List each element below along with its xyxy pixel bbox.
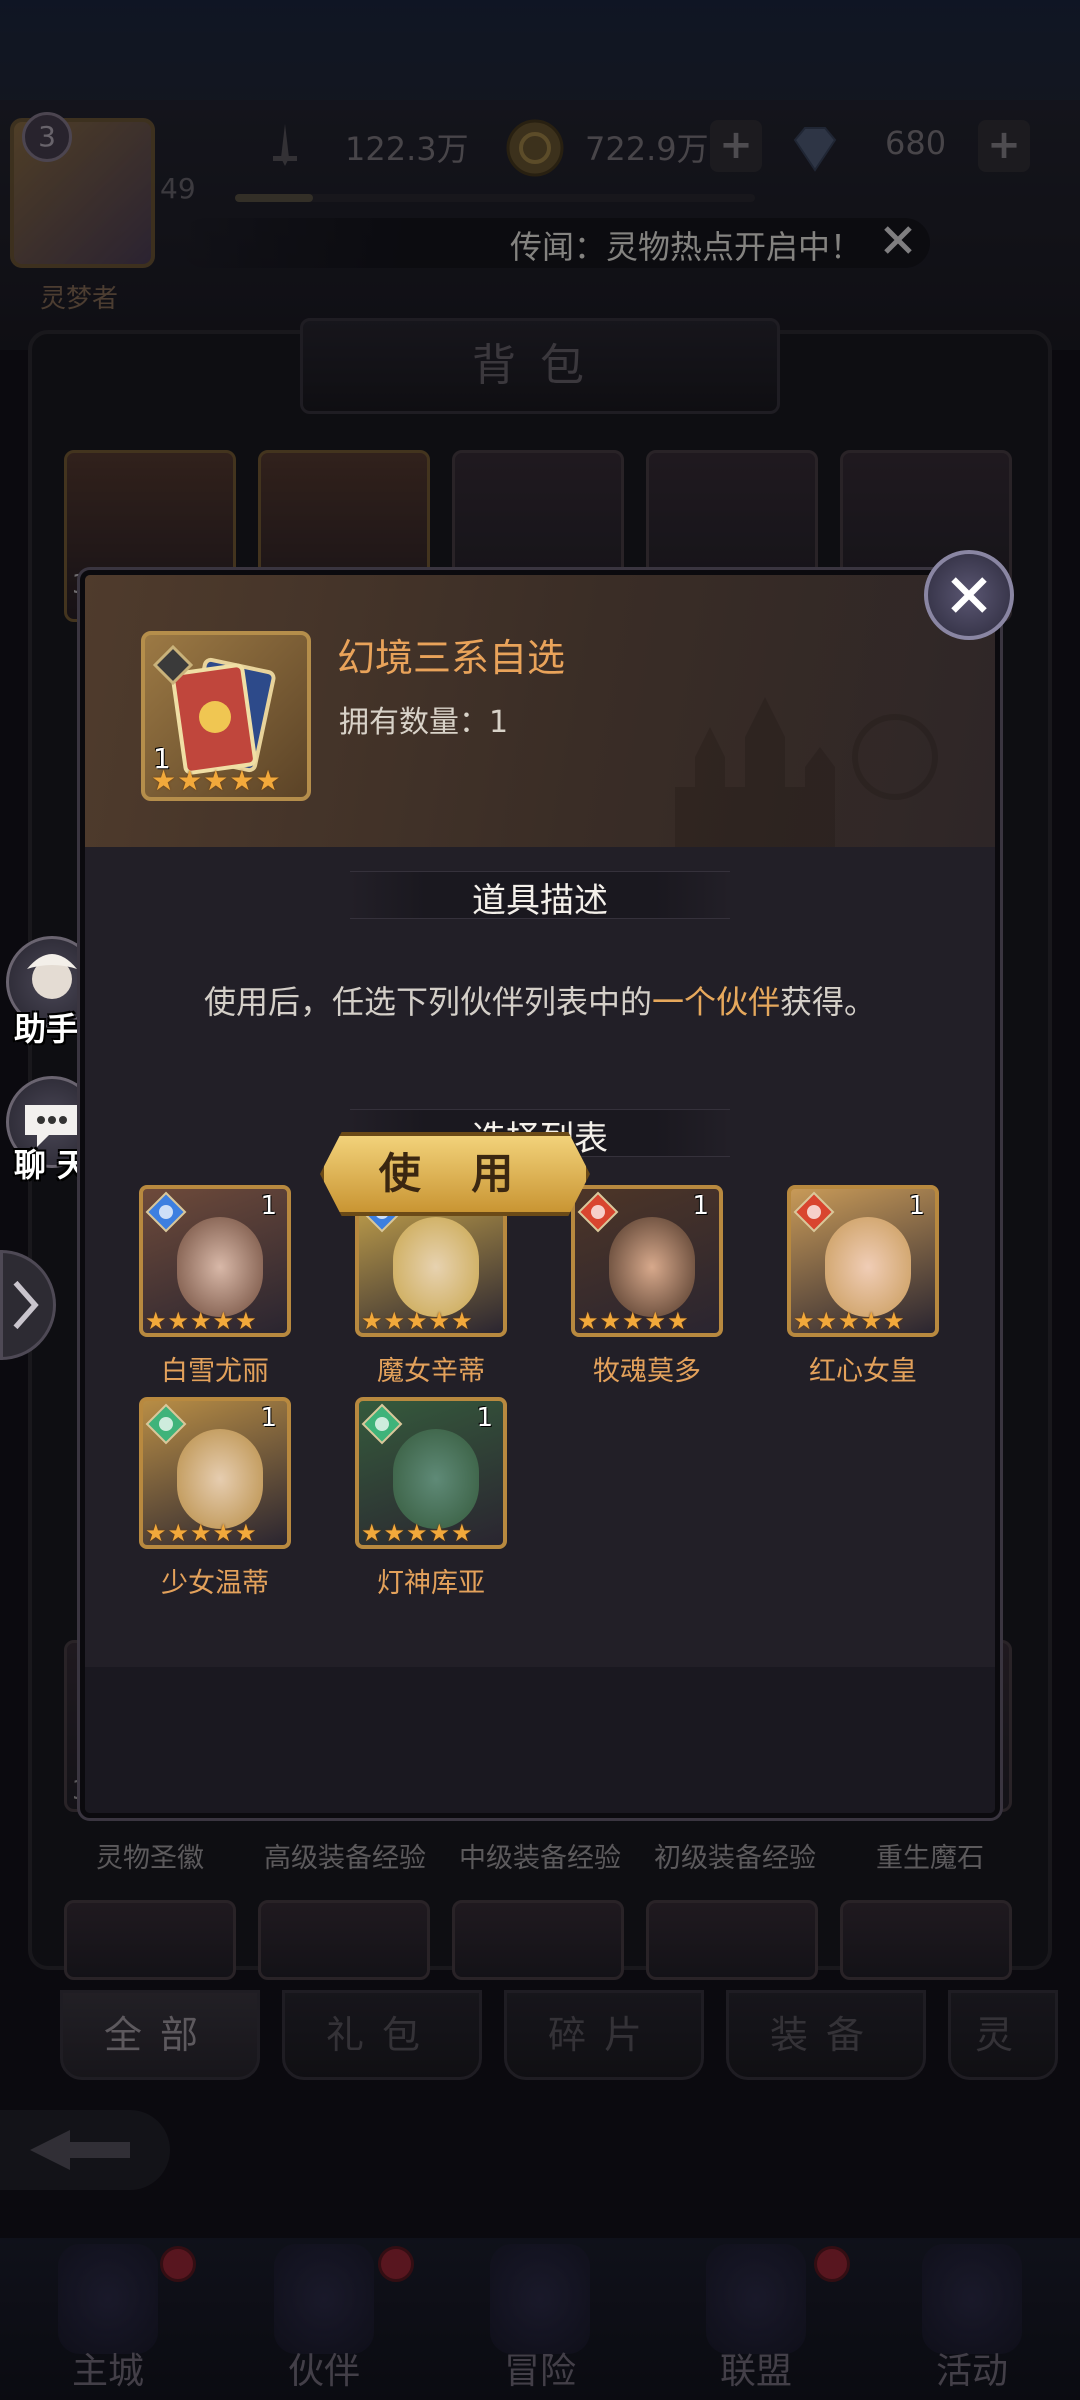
star-icon: ★ bbox=[383, 1307, 406, 1335]
hero-option[interactable]: 1 ★ ★ ★ ★ ★ 少女温蒂 bbox=[125, 1397, 315, 1607]
castle-silhouette-icon bbox=[675, 697, 938, 847]
desc-suffix: 获得。 bbox=[780, 983, 877, 1021]
hero-option[interactable]: 1 ★ ★ ★ ★ ★ 红心女皇 bbox=[773, 1185, 963, 1395]
hero-portrait: 1★★★★★ bbox=[355, 1397, 507, 1549]
hero-option[interactable]: 1 ★ ★ ★ ★ ★ 白雪尤丽 bbox=[125, 1185, 315, 1395]
hero-face bbox=[609, 1217, 695, 1317]
hero-name: 魔女辛蒂 bbox=[377, 1356, 485, 1387]
star-icon: ★ bbox=[190, 1519, 212, 1547]
item-star-rating: ★ ★ ★ ★ ★ bbox=[151, 764, 281, 797]
fire-element-icon bbox=[793, 1191, 835, 1233]
star-icon: ★ bbox=[883, 1307, 905, 1335]
star-icon: ★ bbox=[793, 1307, 815, 1335]
star-icon: ★ bbox=[255, 764, 281, 797]
hero-option[interactable]: 1 ★ ★ ★ ★ ★ 牧魂莫多 bbox=[557, 1185, 747, 1395]
item-name: 幻境三系自选 bbox=[337, 636, 566, 680]
star-icon: ★ bbox=[644, 1307, 667, 1335]
star-icon: ★ bbox=[428, 1307, 451, 1335]
hero-star-rating: ★ ★ ★ ★ ★ bbox=[577, 1307, 689, 1335]
star-icon: ★ bbox=[235, 1307, 257, 1335]
hero-name: 牧魂莫多 bbox=[593, 1356, 701, 1387]
hero-face bbox=[393, 1429, 479, 1529]
hero-portrait: 1★★★★★ bbox=[139, 1397, 291, 1549]
hero-star-rating: ★ ★ ★ ★ ★ bbox=[361, 1519, 473, 1547]
hero-face bbox=[393, 1217, 479, 1317]
water-element-icon bbox=[145, 1191, 187, 1233]
hero-face bbox=[825, 1217, 911, 1317]
star-icon: ★ bbox=[667, 1307, 689, 1335]
star-icon: ★ bbox=[212, 1519, 235, 1547]
star-icon: ★ bbox=[451, 1519, 473, 1547]
star-icon: ★ bbox=[235, 1519, 257, 1547]
star-icon: ★ bbox=[815, 1307, 838, 1335]
hero-count: 1 bbox=[908, 1191, 925, 1221]
hero-portrait: 1★★★★★ bbox=[787, 1185, 939, 1337]
star-icon: ★ bbox=[203, 764, 229, 797]
hero-count: 1 bbox=[260, 1403, 277, 1433]
description-header: 道具描述 bbox=[85, 865, 995, 925]
modal-footer bbox=[85, 1667, 995, 1813]
star-icon: ★ bbox=[577, 1307, 599, 1335]
star-icon: ★ bbox=[177, 764, 203, 797]
item-description: 使用后，任选下列伙伴列表中的一个伙伴获得。 bbox=[85, 977, 995, 1023]
hero-star-rating: ★ ★ ★ ★ ★ bbox=[145, 1307, 257, 1335]
star-icon: ★ bbox=[167, 1307, 190, 1335]
description-title: 道具描述 bbox=[472, 881, 608, 921]
star-icon: ★ bbox=[599, 1307, 622, 1335]
star-icon: ★ bbox=[212, 1307, 235, 1335]
hero-face bbox=[177, 1429, 263, 1529]
star-icon: ★ bbox=[383, 1519, 406, 1547]
star-icon: ★ bbox=[622, 1307, 644, 1335]
hero-star-rating: ★ ★ ★ ★ ★ bbox=[361, 1307, 473, 1335]
star-icon: ★ bbox=[406, 1307, 428, 1335]
hero-name: 红心女皇 bbox=[809, 1356, 917, 1387]
star-icon: ★ bbox=[167, 1519, 190, 1547]
hero-option[interactable]: 1 ★ ★ ★ ★ ★ 灯神库亚 bbox=[341, 1397, 531, 1607]
star-icon: ★ bbox=[229, 764, 255, 797]
assistant-label: 助手 bbox=[14, 1010, 79, 1048]
modal-header: 1 ★ ★ ★ ★ ★ 幻境三系自选 拥有数量：1 bbox=[85, 575, 995, 847]
hero-face bbox=[177, 1217, 263, 1317]
star-icon: ★ bbox=[361, 1307, 383, 1335]
hero-star-rating: ★ ★ ★ ★ ★ bbox=[793, 1307, 905, 1335]
hero-count: 1 bbox=[476, 1403, 493, 1433]
hero-option[interactable]: 1★★★★★魔女辛蒂 bbox=[341, 1185, 531, 1395]
hero-name: 灯神库亚 bbox=[377, 1568, 485, 1599]
wind-element-icon bbox=[145, 1403, 187, 1445]
star-icon: ★ bbox=[145, 1519, 167, 1547]
owned-quantity: 拥有数量：1 bbox=[339, 705, 509, 740]
hero-name: 少女温蒂 bbox=[161, 1568, 269, 1599]
fire-element-icon bbox=[577, 1191, 619, 1233]
desc-prefix: 使用后，任选下列伙伴列表中的 bbox=[203, 983, 652, 1021]
star-icon: ★ bbox=[406, 1519, 428, 1547]
use-button[interactable]: 使 用 bbox=[320, 1132, 590, 1216]
star-icon: ★ bbox=[860, 1307, 883, 1335]
wind-element-icon bbox=[361, 1403, 403, 1445]
desc-highlight: 一个伙伴 bbox=[651, 983, 780, 1021]
star-icon: ★ bbox=[451, 1307, 473, 1335]
star-icon: ★ bbox=[145, 1307, 167, 1335]
star-icon: ★ bbox=[151, 764, 177, 797]
star-icon: ★ bbox=[190, 1307, 212, 1335]
star-icon: ★ bbox=[428, 1519, 451, 1547]
hero-count: 1 bbox=[260, 1191, 277, 1221]
hero-portrait: 1★★★★★ bbox=[571, 1185, 723, 1337]
star-icon: ★ bbox=[838, 1307, 860, 1335]
close-icon[interactable] bbox=[924, 550, 1014, 640]
hero-portrait: 1★★★★★ bbox=[139, 1185, 291, 1337]
chat-label: 聊 天 bbox=[14, 1146, 90, 1184]
item-icon[interactable]: 1 ★ ★ ★ ★ ★ bbox=[141, 631, 311, 801]
hero-count: 1 bbox=[692, 1191, 709, 1221]
hero-name: 白雪尤丽 bbox=[161, 1356, 269, 1387]
hero-star-rating: ★ ★ ★ ★ ★ bbox=[145, 1519, 257, 1547]
star-icon: ★ bbox=[361, 1519, 383, 1547]
